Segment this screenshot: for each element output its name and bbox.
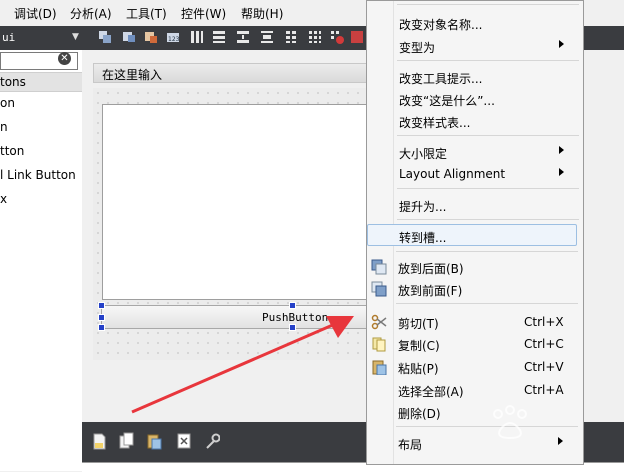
group-header-label: tons — [0, 75, 26, 89]
menu-help[interactable]: 帮助(H) — [241, 5, 283, 22]
layout-splitter-h-icon[interactable] — [236, 30, 250, 44]
menu-separator — [397, 135, 579, 136]
menu-item-promote-to[interactable]: 提升为... — [367, 194, 583, 216]
menu-item-label: 改变对象名称... — [399, 18, 483, 32]
submenu-arrow-icon — [559, 40, 564, 48]
menu-debug[interactable]: 调试(D) — [14, 5, 57, 22]
menu-item-label: 改变工具提示... — [399, 72, 483, 86]
menu-item-label: 大小限定 — [399, 147, 448, 161]
layout-form-icon[interactable] — [284, 30, 298, 44]
new-action-icon[interactable] — [91, 432, 107, 450]
menu-item-label: 改变样式表... — [399, 116, 471, 130]
menu-item-label: Layout Alignment — [399, 167, 506, 181]
watermark-logo — [493, 405, 527, 440]
menu-item-morph-into[interactable]: 变型为 — [367, 35, 583, 57]
file-name-label: ui — [2, 31, 16, 44]
selection-handle[interactable] — [98, 324, 105, 331]
menu-item-change-stylesheet[interactable]: 改变样式表... — [367, 110, 583, 132]
layout-splitter-v-icon[interactable] — [260, 30, 274, 44]
menu-item-layout-alignment[interactable]: Layout Alignment — [367, 163, 583, 185]
adjust-size-icon[interactable] — [350, 30, 364, 44]
break-layout-icon[interactable] — [330, 30, 344, 44]
widget-item-radio-button[interactable]: tton — [0, 144, 24, 158]
form-menubar[interactable]: 在这里输入 — [93, 63, 368, 83]
edit-widgets-icon[interactable] — [98, 30, 112, 44]
menu-item-change-whats-this[interactable]: 改变“这是什么”... — [367, 88, 583, 110]
menu-item-label: 变型为 — [399, 41, 436, 55]
menu-item-size-constraints[interactable]: 大小限定 — [367, 141, 583, 163]
menu-separator — [397, 219, 579, 220]
widget-box-panel: ✕ tons on n tton l Link Button x — [0, 50, 83, 471]
configure-icon[interactable] — [204, 432, 220, 450]
menu-item-change-object-name[interactable]: 改变对象名称... — [367, 12, 583, 34]
menu-item-go-to-slot[interactable]: 转到槽... — [367, 224, 577, 246]
dropdown-arrow-icon[interactable]: ▼ — [72, 32, 79, 42]
menu-separator — [397, 4, 579, 5]
edit-signals-icon[interactable] — [122, 30, 136, 44]
submenu-arrow-icon — [559, 146, 564, 154]
selection-handle[interactable] — [98, 314, 105, 321]
widget-group-header[interactable]: tons — [0, 72, 82, 92]
svg-text:123: 123 — [168, 36, 180, 43]
menu-item-label: 转到槽... — [399, 231, 447, 245]
delete-action-icon[interactable] — [176, 432, 192, 450]
edit-tab-order-icon[interactable]: 123 — [166, 30, 180, 44]
paste-action-icon[interactable] — [146, 432, 162, 450]
annotation-arrow — [131, 316, 354, 414]
menu-tools[interactable]: 工具(T) — [126, 5, 167, 22]
menu-item-label: 提升为... — [399, 200, 447, 214]
menu-separator — [397, 60, 579, 61]
layout-vertical-icon[interactable] — [212, 30, 226, 44]
text-edit-widget[interactable] — [102, 104, 368, 300]
submenu-arrow-icon — [559, 168, 564, 176]
menu-analyze[interactable]: 分析(A) — [70, 5, 112, 22]
menu-item-label: 改变“这是什么”... — [399, 94, 495, 108]
edit-buddies-icon[interactable] — [144, 30, 158, 44]
layout-grid-icon[interactable] — [308, 30, 322, 44]
menu-separator — [397, 188, 579, 189]
form-menubar-placeholder[interactable]: 在这里输入 — [102, 66, 162, 83]
widget-item-command-link-button[interactable]: l Link Button — [0, 168, 76, 182]
clear-filter-icon[interactable]: ✕ — [58, 52, 71, 65]
widget-item-button-box[interactable]: x — [0, 192, 7, 206]
menu-widgets[interactable]: 控件(W) — [181, 5, 226, 22]
widget-item-tool-button[interactable]: n — [0, 120, 8, 134]
menu-item-change-tooltip[interactable]: 改变工具提示... — [367, 66, 583, 88]
layout-horizontal-icon[interactable] — [190, 30, 204, 44]
selection-handle[interactable] — [98, 302, 105, 309]
widget-item-push-button[interactable]: on — [0, 96, 15, 110]
copy-action-icon[interactable] — [118, 432, 134, 450]
